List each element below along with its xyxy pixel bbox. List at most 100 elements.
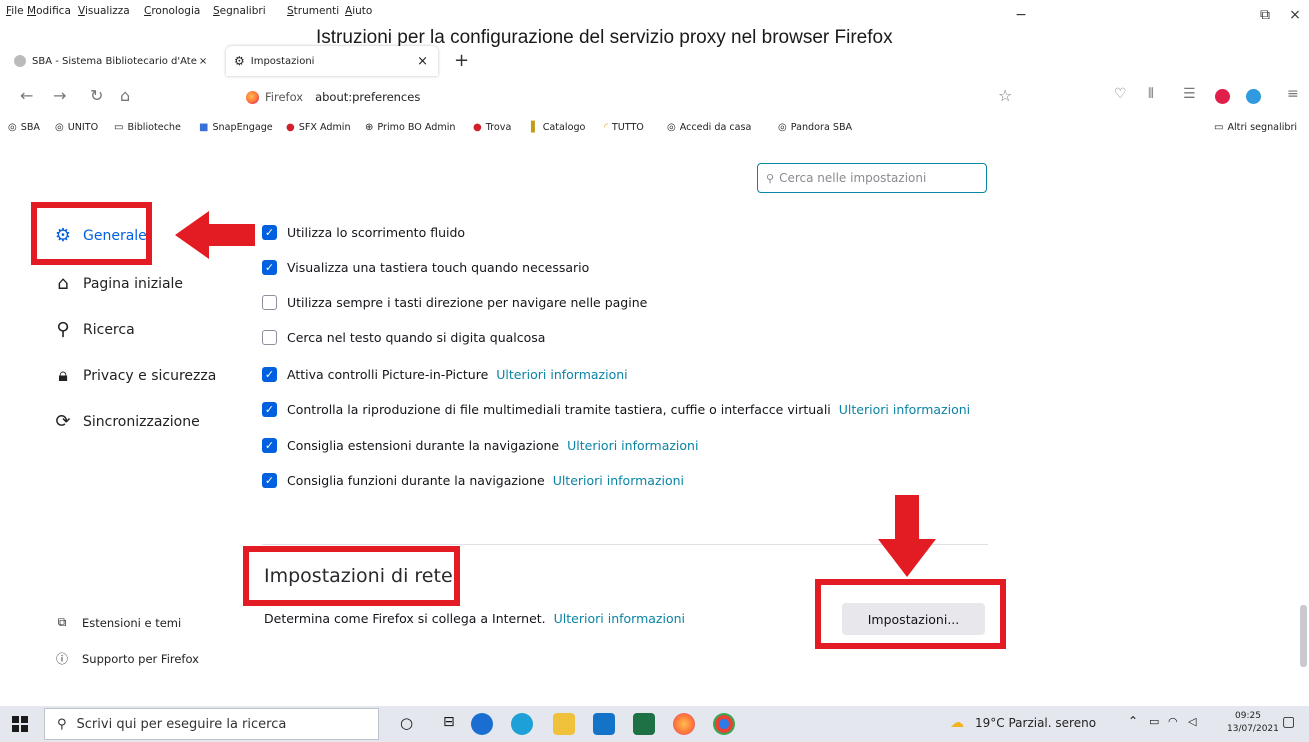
tab-impostazioni[interactable]: ⚙ Impostazioni × xyxy=(226,46,438,76)
arc-icon: ◜ xyxy=(604,122,608,133)
bookmark-primo-bo[interactable]: ⊕ Primo BO Admin xyxy=(365,122,455,133)
menu-aiuto[interactable]: Aiuto xyxy=(345,5,372,17)
menu-modifica[interactable]: Modifica xyxy=(27,5,71,17)
battery-icon[interactable]: ▭ xyxy=(1149,715,1159,728)
menu-segnalibri[interactable]: Segnalibri xyxy=(213,5,266,17)
bookmark-trova[interactable]: ● Trova xyxy=(473,122,511,133)
learn-more-link[interactable]: Ulteriori informazioni xyxy=(496,367,627,382)
tray-chevron-icon[interactable]: ⌃ xyxy=(1128,714,1138,728)
menu-strumenti[interactable]: Strumenti xyxy=(287,5,339,17)
extension-blue-icon[interactable] xyxy=(1246,89,1261,104)
bookmark-snapengage[interactable]: ■ SnapEngage xyxy=(199,122,273,133)
bookmark-sba[interactable]: ◎ SBA xyxy=(8,122,40,133)
learn-more-link[interactable]: Ulteriori informazioni xyxy=(839,402,970,417)
chrome-app-icon-2[interactable] xyxy=(713,713,735,735)
cortana-icon[interactable]: ○ xyxy=(400,714,413,732)
checkbox-checked[interactable]: ✓ xyxy=(262,402,277,417)
sidebar-extensions-link[interactable]: ⧉ Estensioni e temi xyxy=(54,615,182,630)
bookmark-sfx-admin[interactable]: ● SFX Admin xyxy=(286,122,351,133)
menu-visualizza[interactable]: Visualizza xyxy=(78,5,130,17)
edge-app-icon[interactable] xyxy=(511,713,533,735)
bookmark-label: Trova xyxy=(485,122,512,133)
setting-row[interactable]: ✓ Controlla la riproduzione di file multi… xyxy=(262,402,970,417)
bookmark-pandora[interactable]: ◎ Pandora SBA xyxy=(778,122,852,133)
tab-strip: SBA - Sistema Bibliotecario d'Ate × ⚙ Im… xyxy=(0,40,1309,78)
url-bar[interactable]: Firefox about:preferences xyxy=(238,84,1018,110)
sidebar-support-link[interactable]: ⓘ Supporto per Firefox xyxy=(54,650,199,667)
setting-row[interactable]: Utilizza sempre i tasti direzione per na… xyxy=(262,295,647,310)
bookmark-accedi[interactable]: ◎ Accedi da casa xyxy=(667,122,751,133)
checkbox-unchecked[interactable] xyxy=(262,330,277,345)
sidebar-item-privacy[interactable]: 🔒︎ Privacy e sicurezza xyxy=(52,365,216,386)
pocket-icon[interactable]: ♡ xyxy=(1114,86,1127,102)
wifi-icon[interactable]: ◠ xyxy=(1168,715,1178,728)
chrome-app-icon[interactable] xyxy=(471,713,493,735)
extension-icon[interactable] xyxy=(1215,89,1230,104)
sidebar-footer-label: Estensioni e temi xyxy=(82,615,182,630)
settings-search-input[interactable]: ⚲ Cerca nelle impostazioni xyxy=(757,163,987,193)
sidebar-item-pagina-iniziale[interactable]: ⌂ Pagina iniziale xyxy=(52,273,183,294)
setting-row[interactable]: ✓ Consiglia estensioni durante la navigaz… xyxy=(262,438,698,453)
sidebar-item-ricerca[interactable]: ⚲ Ricerca xyxy=(52,319,134,340)
taskbar-date[interactable]: 13/07/2021 xyxy=(1227,724,1279,734)
tab-close-icon[interactable]: × xyxy=(199,56,207,67)
setting-row[interactable]: Cerca nel testo quando si digita qualcos… xyxy=(262,330,545,345)
setting-label: Cerca nel testo quando si digita qualcos… xyxy=(287,330,546,345)
network-learn-more-link[interactable]: Ulteriori informazioni xyxy=(554,611,685,626)
checkbox-checked[interactable]: ✓ xyxy=(262,260,277,275)
taskbar-search-input[interactable]: ⚲ Scrivi qui per eseguire la ricerca xyxy=(44,708,379,740)
task-view-icon[interactable]: ⊟ xyxy=(443,714,455,730)
checkbox-checked[interactable]: ✓ xyxy=(262,438,277,453)
windows-start-icon[interactable] xyxy=(12,716,28,732)
menu-cronologia[interactable]: Cronologia xyxy=(144,5,200,17)
bookmark-label: Primo BO Admin xyxy=(377,122,456,133)
library-icon[interactable]: ⫴ xyxy=(1148,86,1154,102)
new-tab-button[interactable]: + xyxy=(454,50,469,71)
checkbox-checked[interactable]: ✓ xyxy=(262,473,277,488)
close-window-button[interactable]: × xyxy=(1278,2,1309,28)
setting-row[interactable]: ✓ Utilizza lo scorrimento fluido xyxy=(262,225,465,240)
volume-icon[interactable]: ◁ xyxy=(1188,715,1196,728)
reload-icon[interactable]: ↻ xyxy=(90,86,103,105)
checkbox-checked[interactable]: ✓ xyxy=(262,225,277,240)
unito-favicon-icon: ◎ xyxy=(667,122,676,133)
forward-icon[interactable]: → xyxy=(53,86,66,105)
checkbox-unchecked[interactable] xyxy=(262,295,277,310)
sidebar-item-sync[interactable]: ⟳ Sincronizzazione xyxy=(52,411,199,432)
firefox-app-icon[interactable] xyxy=(673,713,695,735)
tab-close-icon[interactable]: × xyxy=(417,54,428,69)
bookmark-catalogo[interactable]: ▌ Catalogo xyxy=(531,122,585,133)
learn-more-link[interactable]: Ulteriori informazioni xyxy=(553,473,684,488)
bookmark-unito[interactable]: ◎ UNITO xyxy=(55,122,98,133)
highlight-box-generale xyxy=(31,202,152,265)
setting-label: Consiglia funzioni durante la navigazion… xyxy=(287,473,545,488)
notifications-icon[interactable]: ▢ xyxy=(1282,714,1295,730)
tab-sba[interactable]: SBA - Sistema Bibliotecario d'Ate × xyxy=(14,46,207,76)
learn-more-link[interactable]: Ulteriori informazioni xyxy=(567,438,698,453)
checkbox-checked[interactable]: ✓ xyxy=(262,367,277,382)
back-icon[interactable]: ← xyxy=(20,86,33,105)
tab-label: SBA - Sistema Bibliotecario d'Ate xyxy=(32,55,197,67)
identity-label: Firefox xyxy=(265,90,304,104)
taskbar-time[interactable]: 09:25 xyxy=(1227,711,1269,721)
bookmark-label: Pandora SBA xyxy=(790,122,853,133)
scrollbar-thumb[interactable] xyxy=(1300,605,1307,667)
bookmark-biblioteche[interactable]: ▭ Biblioteche xyxy=(114,122,181,133)
minimize-button[interactable]: − xyxy=(1004,2,1038,28)
taskbar-weather[interactable]: 19°C Parzial. sereno xyxy=(975,716,1096,730)
bookmark-tutto[interactable]: ◜ TUTTO xyxy=(604,122,644,133)
sfx-icon: ● xyxy=(286,122,295,133)
file-explorer-icon[interactable] xyxy=(553,713,575,735)
excel-app-icon[interactable] xyxy=(633,713,655,735)
menu-file[interactable]: File xyxy=(6,5,24,17)
home-icon[interactable]: ⌂ xyxy=(120,86,130,105)
hamburger-menu-icon[interactable]: ≡ xyxy=(1287,86,1299,102)
setting-row[interactable]: ✓ Visualizza una tastiera touch quando ne… xyxy=(262,260,589,275)
reader-icon[interactable]: ☰ xyxy=(1183,86,1196,102)
mail-app-icon[interactable] xyxy=(593,713,615,735)
setting-row[interactable]: ✓ Attiva controlli Picture-in-Picture Ulte… xyxy=(262,367,628,382)
setting-row[interactable]: ✓ Consiglia funzioni durante la navigazio… xyxy=(262,473,684,488)
tab-label: Impostazioni xyxy=(250,55,315,67)
bookmark-other[interactable]: ▭ Altri segnalibri xyxy=(1214,122,1297,133)
restore-button[interactable]: ⧉ xyxy=(1248,2,1282,28)
